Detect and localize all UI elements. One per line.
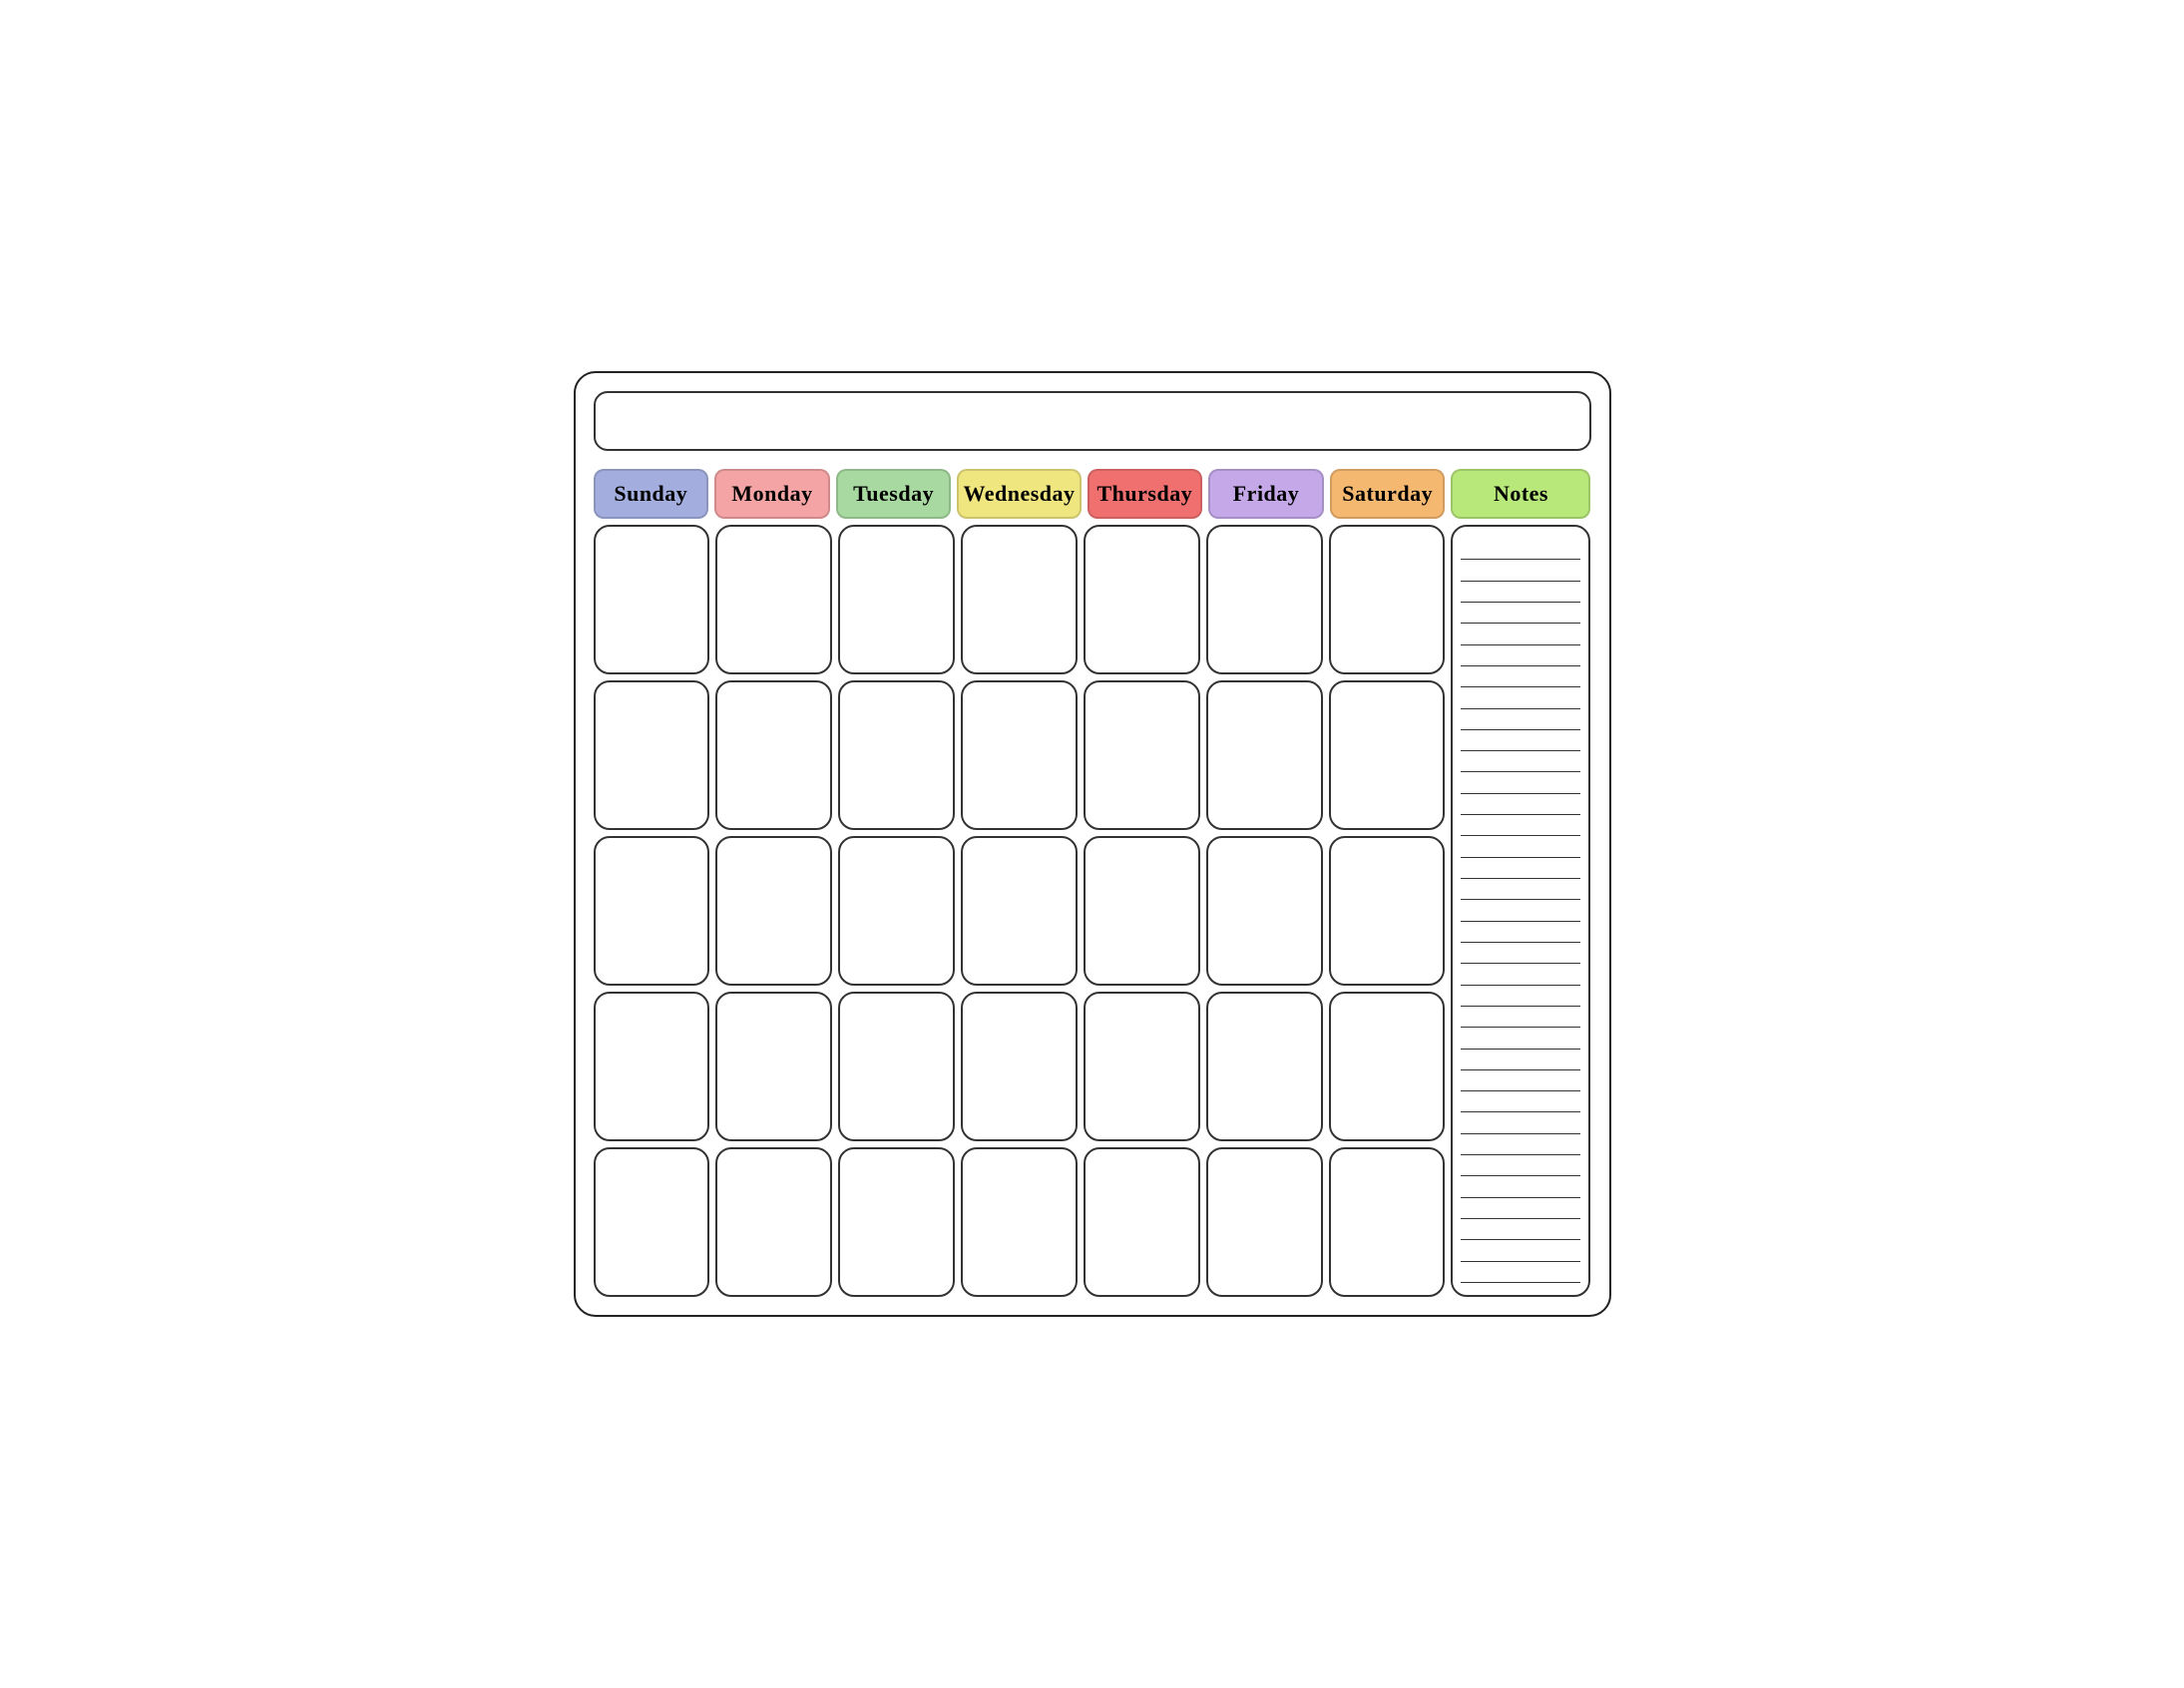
note-line bbox=[1461, 1007, 1580, 1028]
day-cell-r5c3[interactable] bbox=[838, 1147, 955, 1297]
header-notes: Notes bbox=[1451, 469, 1590, 519]
note-line bbox=[1461, 1198, 1580, 1219]
header-row: Sunday Monday Tuesday Wednesday Thursday… bbox=[576, 461, 1609, 525]
header-sunday: Sunday bbox=[594, 469, 709, 519]
note-line bbox=[1461, 964, 1580, 985]
day-cell-r1c4[interactable] bbox=[961, 525, 1078, 674]
note-line bbox=[1461, 539, 1580, 560]
note-line bbox=[1461, 986, 1580, 1007]
header-thursday: Thursday bbox=[1088, 469, 1203, 519]
day-cell-r3c4[interactable] bbox=[961, 836, 1078, 986]
note-line bbox=[1461, 815, 1580, 836]
note-line bbox=[1461, 582, 1580, 603]
notes-area[interactable] bbox=[1451, 525, 1590, 1297]
day-cell-r4c6[interactable] bbox=[1206, 992, 1323, 1141]
note-line bbox=[1461, 1176, 1580, 1197]
day-cell-r1c6[interactable] bbox=[1206, 525, 1323, 674]
note-line bbox=[1461, 730, 1580, 751]
day-cell-r3c5[interactable] bbox=[1084, 836, 1200, 986]
header-tuesday: Tuesday bbox=[836, 469, 952, 519]
day-cell-r5c7[interactable] bbox=[1329, 1147, 1446, 1297]
day-cell-r4c3[interactable] bbox=[838, 992, 955, 1141]
note-line bbox=[1461, 560, 1580, 581]
day-cell-r4c4[interactable] bbox=[961, 992, 1078, 1141]
note-line bbox=[1461, 1050, 1580, 1070]
calendar-grid bbox=[576, 525, 1609, 1315]
day-cell-r4c7[interactable] bbox=[1329, 992, 1446, 1141]
note-line bbox=[1461, 1134, 1580, 1155]
day-cell-r2c5[interactable] bbox=[1084, 680, 1200, 830]
day-cell-r5c5[interactable] bbox=[1084, 1147, 1200, 1297]
calendar-wrapper: Sunday Monday Tuesday Wednesday Thursday… bbox=[544, 341, 1641, 1347]
day-cell-r1c3[interactable] bbox=[838, 525, 955, 674]
note-line bbox=[1461, 836, 1580, 857]
header-friday: Friday bbox=[1208, 469, 1324, 519]
note-line bbox=[1461, 922, 1580, 943]
note-line bbox=[1461, 624, 1580, 644]
note-line bbox=[1461, 1219, 1580, 1240]
header-wednesday: Wednesday bbox=[957, 469, 1081, 519]
day-cell-r3c3[interactable] bbox=[838, 836, 955, 986]
header-monday: Monday bbox=[714, 469, 830, 519]
day-cell-r4c1[interactable] bbox=[594, 992, 710, 1141]
note-line bbox=[1461, 772, 1580, 793]
day-cell-r5c6[interactable] bbox=[1206, 1147, 1323, 1297]
note-line bbox=[1461, 666, 1580, 687]
note-line bbox=[1461, 943, 1580, 964]
day-cell-r3c1[interactable] bbox=[594, 836, 710, 986]
note-line bbox=[1461, 1112, 1580, 1133]
day-cell-r2c7[interactable] bbox=[1329, 680, 1446, 830]
day-cell-r1c1[interactable] bbox=[594, 525, 710, 674]
header-saturday: Saturday bbox=[1330, 469, 1446, 519]
day-cell-r2c1[interactable] bbox=[594, 680, 710, 830]
note-line bbox=[1461, 1262, 1580, 1283]
day-cell-r2c3[interactable] bbox=[838, 680, 955, 830]
note-line bbox=[1461, 794, 1580, 815]
day-cell-r3c6[interactable] bbox=[1206, 836, 1323, 986]
note-line bbox=[1461, 687, 1580, 708]
day-cell-r3c7[interactable] bbox=[1329, 836, 1446, 986]
day-cell-r5c2[interactable] bbox=[715, 1147, 832, 1297]
note-line bbox=[1461, 751, 1580, 772]
note-line bbox=[1461, 1240, 1580, 1261]
calendar-outer: Sunday Monday Tuesday Wednesday Thursday… bbox=[574, 371, 1611, 1317]
note-line bbox=[1461, 879, 1580, 900]
day-cell-r4c2[interactable] bbox=[715, 992, 832, 1141]
day-cell-r4c5[interactable] bbox=[1084, 992, 1200, 1141]
note-line bbox=[1461, 1091, 1580, 1112]
note-line bbox=[1461, 1155, 1580, 1176]
day-cell-r5c4[interactable] bbox=[961, 1147, 1078, 1297]
day-cell-r2c2[interactable] bbox=[715, 680, 832, 830]
note-line bbox=[1461, 858, 1580, 879]
note-line bbox=[1461, 709, 1580, 730]
day-cell-r1c7[interactable] bbox=[1329, 525, 1446, 674]
note-line bbox=[1461, 603, 1580, 624]
note-line bbox=[1461, 1028, 1580, 1049]
day-cell-r1c2[interactable] bbox=[715, 525, 832, 674]
note-line bbox=[1461, 645, 1580, 666]
day-cell-r2c4[interactable] bbox=[961, 680, 1078, 830]
day-cell-r3c2[interactable] bbox=[715, 836, 832, 986]
day-cell-r5c1[interactable] bbox=[594, 1147, 710, 1297]
note-line bbox=[1461, 1070, 1580, 1091]
day-cell-r1c5[interactable] bbox=[1084, 525, 1200, 674]
day-cell-r2c6[interactable] bbox=[1206, 680, 1323, 830]
note-line bbox=[1461, 900, 1580, 921]
title-bar[interactable] bbox=[594, 391, 1591, 451]
